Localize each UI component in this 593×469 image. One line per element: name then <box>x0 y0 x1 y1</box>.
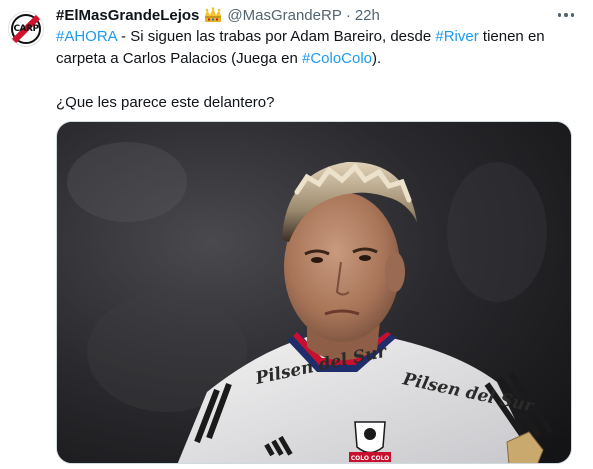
tweet-line-1: #AHORA - Si siguen las trabas por Adam B… <box>56 26 576 48</box>
user-handle[interactable]: @MasGrandeRP <box>227 7 341 24</box>
avatar-label: CARP <box>13 24 39 34</box>
hashtag-colocolo[interactable]: #ColoColo <box>302 50 372 67</box>
timestamp[interactable]: 22h <box>355 7 380 24</box>
badge-text: COLO COLO <box>351 455 390 462</box>
tweet-photo[interactable]: Pilsen del Sur Pilsen del Sur COLO COLO <box>56 121 572 464</box>
tweet-text: #AHORA - Si siguen las trabas por Adam B… <box>56 26 576 114</box>
tweet[interactable]: CARP #ElMasGrandeLejos @MasGrandeRP · 22… <box>0 0 593 469</box>
tweet-line-3: ¿Que les parece este delantero? <box>56 94 275 111</box>
text-segment: ). <box>372 50 382 67</box>
tweet-line-2: carpeta a Carlos Palacios (Juega en #Col… <box>56 48 576 70</box>
display-name[interactable]: #ElMasGrandeLejos <box>56 7 199 24</box>
crown-icon <box>204 7 222 23</box>
avatar[interactable]: CARP <box>8 11 44 47</box>
hashtag-river[interactable]: #River <box>435 28 478 45</box>
text-segment: tienen en <box>478 28 545 45</box>
hashtag-ahora[interactable]: #AHORA <box>56 28 117 45</box>
river-plate-logo: CARP <box>9 12 43 46</box>
more-options-icon[interactable] <box>555 8 577 22</box>
tweet-header: #ElMasGrandeLejos @MasGrandeRP · 22h <box>56 5 583 25</box>
text-segment: carpeta a Carlos Palacios (Juega en <box>56 50 302 67</box>
text-segment: - Si siguen las trabas por Adam Bareiro,… <box>116 28 436 45</box>
separator-dot: · <box>345 6 351 24</box>
